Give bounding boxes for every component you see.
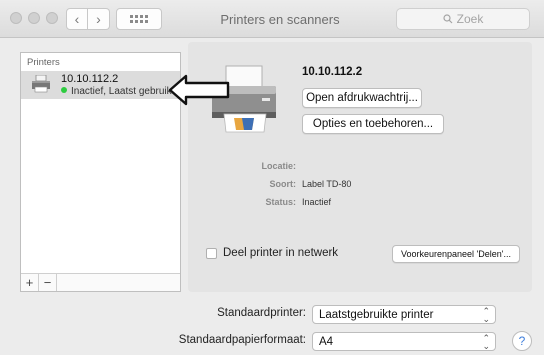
status-dot-icon bbox=[61, 87, 67, 93]
kind-value: Label TD-80 bbox=[302, 179, 352, 189]
default-paper-label: Standaardpapierformaat: bbox=[178, 334, 306, 346]
status-value: Inactief bbox=[302, 197, 332, 207]
printer-detail-panel: 10.10.112.2 Open afdrukwachtrij... Optie… bbox=[188, 42, 532, 292]
chevron-right-icon: › bbox=[96, 11, 101, 27]
default-paper-select[interactable]: A4 ⌃ ⌄ bbox=[312, 332, 496, 351]
forward-button[interactable]: › bbox=[88, 8, 110, 30]
default-printer-label: Standaardprinter: bbox=[217, 307, 306, 319]
minimize-window-button[interactable] bbox=[28, 12, 40, 24]
printer-name: 10.10.112.2 bbox=[61, 73, 119, 85]
show-all-button[interactable] bbox=[116, 8, 162, 30]
status-label: Status: bbox=[265, 197, 296, 207]
grid-icon bbox=[130, 15, 148, 23]
updown-chevron-icon: ⌃ ⌄ bbox=[482, 333, 490, 351]
printers-list-header: Printers bbox=[27, 57, 60, 68]
default-paper-value: A4 bbox=[319, 335, 334, 348]
printers-list: Printers 10.10.112.2 Inactief, Laatst ge… bbox=[20, 52, 181, 292]
share-printer-checkbox[interactable] bbox=[206, 247, 217, 259]
list-footer: + − bbox=[21, 273, 180, 291]
open-print-queue-button[interactable]: Open afdrukwachtrij... bbox=[302, 88, 422, 108]
close-window-button[interactable] bbox=[10, 12, 22, 24]
search-placeholder: Zoek bbox=[456, 12, 484, 26]
default-printer-value: Laatstgebruikte printer bbox=[319, 308, 434, 321]
printer-status-text: Inactief, Laatst gebruikt bbox=[71, 86, 175, 97]
printer-list-item[interactable]: 10.10.112.2 Inactief, Laatst gebruikt bbox=[21, 71, 180, 99]
back-button[interactable]: ‹ bbox=[66, 8, 88, 30]
zoom-window-button[interactable] bbox=[46, 12, 58, 24]
chevron-left-icon: ‹ bbox=[74, 11, 80, 27]
help-button[interactable]: ? bbox=[512, 331, 532, 351]
window-title: Printers en scanners bbox=[220, 12, 340, 27]
kind-label: Soort: bbox=[269, 179, 297, 189]
updown-chevron-icon: ⌃ ⌄ bbox=[482, 306, 490, 324]
options-supplies-button[interactable]: Opties en toebehoren... bbox=[302, 114, 444, 134]
printers-scanners-window: ‹ › Printers en scanners Zoek Printers 1… bbox=[0, 0, 544, 355]
printer-icon bbox=[32, 75, 50, 93]
magnifier-icon bbox=[443, 14, 453, 24]
share-printer-label: Deel printer in netwerk bbox=[223, 247, 339, 259]
sharing-preferences-button[interactable]: Voorkeurenpaneel 'Delen'... bbox=[392, 245, 520, 263]
printer-title: 10.10.112.2 bbox=[302, 66, 363, 78]
title-bar: ‹ › Printers en scanners Zoek bbox=[0, 0, 544, 38]
remove-printer-button[interactable]: − bbox=[39, 274, 57, 291]
default-printer-select[interactable]: Laatstgebruikte printer ⌃ ⌄ bbox=[312, 305, 496, 324]
search-field[interactable]: Zoek bbox=[396, 8, 530, 30]
add-printer-button[interactable]: + bbox=[21, 274, 39, 291]
arrow-annotation-icon bbox=[168, 74, 230, 106]
share-printer-option[interactable]: Deel printer in netwerk bbox=[206, 247, 338, 259]
location-label: Locatie: bbox=[261, 161, 296, 171]
printer-status: Inactief, Laatst gebruikt bbox=[61, 86, 174, 97]
